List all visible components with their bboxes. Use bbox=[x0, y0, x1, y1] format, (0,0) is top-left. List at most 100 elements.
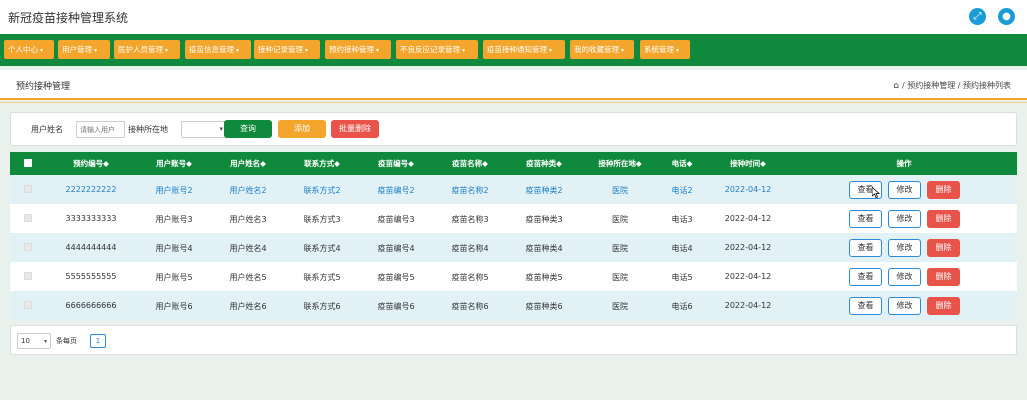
query-button[interactable]: 查询 bbox=[224, 120, 272, 138]
column-header[interactable]: 接种时间◆ bbox=[718, 158, 778, 169]
table-cell: 医院 bbox=[612, 244, 628, 253]
table-cell: 疫苗编号6 bbox=[377, 302, 415, 311]
table-cell: 用户账号3 bbox=[155, 215, 193, 224]
edit-button[interactable]: 修改 bbox=[888, 268, 921, 286]
table-cell: 疫苗名称5 bbox=[451, 273, 489, 282]
table-cell: 6666666666 bbox=[65, 301, 117, 310]
column-header[interactable]: 联系方式◆ bbox=[292, 158, 352, 169]
nav-item[interactable]: 预约接种管理 ▾ bbox=[325, 40, 391, 59]
row-checkbox[interactable] bbox=[24, 272, 32, 280]
delete-button[interactable]: 删除 bbox=[927, 181, 960, 199]
nav-item[interactable]: 医护人员管理 ▾ bbox=[114, 40, 180, 59]
table-cell: 疫苗编号3 bbox=[377, 215, 415, 224]
nav-item[interactable]: 我的收藏管理 ▾ bbox=[570, 40, 634, 59]
row-checkbox[interactable] bbox=[24, 185, 32, 193]
column-header[interactable]: 疫苗名称◆ bbox=[440, 158, 500, 169]
add-button[interactable]: 添加 bbox=[278, 120, 326, 138]
caret-down-icon: ▾ bbox=[549, 47, 553, 54]
caret-down-icon: ▾ bbox=[94, 47, 98, 54]
nav-item[interactable]: 接种记录管理 ▾ bbox=[254, 40, 320, 59]
table-cell: 5555555555 bbox=[65, 272, 117, 281]
breadcrumb: ⌂ / 预约接种管理 / 预约接种列表 bbox=[893, 81, 1011, 91]
table-header: 预约编号◆ 用户账号◆ 用户姓名◆ 联系方式◆ 疫苗编号◆ 疫苗名称◆ 疫苗种类◆ 接种所在地… bbox=[10, 152, 1017, 175]
location-select[interactable]: ▾ bbox=[181, 121, 228, 138]
nav-item[interactable]: 个人中心 ▾ bbox=[4, 40, 54, 59]
table-cell: 联系方式4 bbox=[303, 244, 341, 253]
row-checkbox[interactable] bbox=[24, 301, 32, 309]
caret-down-icon: ▾ bbox=[305, 47, 309, 54]
app-title: 新冠疫苗接种管理系统 bbox=[8, 11, 129, 25]
view-button[interactable]: 查看 bbox=[849, 268, 882, 286]
column-header[interactable]: 接种所在地◆ bbox=[590, 158, 650, 169]
chevron-down-icon: ▾ bbox=[219, 125, 223, 133]
page-number-button[interactable]: 1 bbox=[90, 334, 106, 348]
table-cell: 疫苗编号4 bbox=[377, 244, 415, 253]
table-cell: 用户姓名5 bbox=[229, 273, 267, 282]
table-cell: 疫苗名称3 bbox=[451, 215, 489, 224]
column-header[interactable]: 用户姓名◆ bbox=[218, 158, 278, 169]
mouse-cursor-icon bbox=[872, 187, 880, 198]
column-header[interactable]: 疫苗编号◆ bbox=[366, 158, 426, 169]
view-button[interactable]: 查看 bbox=[849, 239, 882, 257]
fullscreen-icon[interactable]: ⤢ bbox=[969, 8, 986, 25]
column-header[interactable]: 用户账号◆ bbox=[144, 158, 204, 169]
column-header[interactable]: 预约编号◆ bbox=[61, 158, 121, 169]
table-cell: 电话4 bbox=[671, 244, 693, 253]
table-cell: 疫苗种类4 bbox=[525, 244, 563, 253]
table-cell: 疫苗种类2 bbox=[525, 186, 563, 195]
search-panel: 用户姓名 接种所在地 ▾ 查询 添加 批量删除 bbox=[10, 112, 1017, 146]
view-button[interactable]: 查看 bbox=[849, 297, 882, 315]
breadcrumb-item[interactable]: 预约接种管理 bbox=[907, 81, 955, 90]
edit-button[interactable]: 修改 bbox=[888, 181, 921, 199]
name-search-input[interactable] bbox=[76, 121, 125, 138]
caret-down-icon: ▾ bbox=[621, 47, 625, 54]
per-page-label: 条每页 bbox=[56, 337, 77, 345]
nav-item[interactable]: 不良反应记录管理 ▾ bbox=[396, 40, 478, 59]
table-cell: 联系方式6 bbox=[303, 302, 341, 311]
edit-button[interactable]: 修改 bbox=[888, 210, 921, 228]
table-row: 3333333333 用户账号3 用户姓名3 联系方式3 疫苗编号3 疫苗名称3 疫苗种类3… bbox=[10, 204, 1017, 233]
row-checkbox[interactable] bbox=[24, 243, 32, 251]
table-cell: 用户账号2 bbox=[155, 186, 193, 195]
delete-button[interactable]: 删除 bbox=[927, 239, 960, 257]
edit-button[interactable]: 修改 bbox=[888, 239, 921, 257]
nav-item[interactable]: 疫苗接种通知管理 ▾ bbox=[483, 40, 565, 59]
edit-button[interactable]: 修改 bbox=[888, 297, 921, 315]
table-cell: 医院 bbox=[612, 186, 628, 195]
nav-item[interactable]: 系统管理 ▾ bbox=[640, 40, 690, 59]
top-bar: 新冠疫苗接种管理系统 ⤢ ● bbox=[0, 0, 1027, 34]
view-button[interactable]: 查看 bbox=[849, 210, 882, 228]
nav-item[interactable]: 疫苗信息管理 ▾ bbox=[185, 40, 251, 59]
table-cell: 疫苗编号5 bbox=[377, 273, 415, 282]
location-label: 接种所在地 bbox=[128, 125, 168, 134]
name-label: 用户姓名 bbox=[31, 125, 63, 134]
column-header[interactable]: 电话◆ bbox=[652, 158, 712, 169]
table-cell: 用户账号5 bbox=[155, 273, 193, 282]
table-cell: 疫苗编号2 bbox=[377, 186, 415, 195]
column-header[interactable]: 疫苗种类◆ bbox=[514, 158, 574, 169]
user-icon[interactable]: ● bbox=[998, 8, 1015, 25]
table-cell: 用户账号4 bbox=[155, 244, 193, 253]
breadcrumb-item: 预约接种列表 bbox=[963, 81, 1011, 90]
table-cell: 3333333333 bbox=[65, 214, 117, 223]
page-title: 预约接种管理 bbox=[16, 82, 71, 92]
caret-down-icon: ▾ bbox=[376, 47, 380, 54]
table-cell: 电话6 bbox=[671, 302, 693, 311]
table-cell: 电话5 bbox=[671, 273, 693, 282]
delete-button[interactable]: 删除 bbox=[927, 268, 960, 286]
table-cell: 用户姓名3 bbox=[229, 215, 267, 224]
page-size-select[interactable]: 10 ▾ bbox=[17, 333, 51, 349]
select-all-checkbox[interactable] bbox=[24, 159, 32, 167]
delete-button[interactable]: 删除 bbox=[927, 297, 960, 315]
row-checkbox[interactable] bbox=[24, 214, 32, 222]
table-cell: 疫苗名称2 bbox=[451, 186, 489, 195]
batch-delete-button[interactable]: 批量删除 bbox=[331, 120, 379, 138]
nav-item[interactable]: 用户管理 ▾ bbox=[58, 40, 110, 59]
delete-button[interactable]: 删除 bbox=[927, 210, 960, 228]
table-cell: 用户账号6 bbox=[155, 302, 193, 311]
home-icon[interactable]: ⌂ bbox=[893, 81, 899, 91]
column-header: 操作 bbox=[896, 159, 912, 168]
table-cell: 用户姓名2 bbox=[229, 186, 267, 195]
caret-down-icon: ▾ bbox=[462, 47, 466, 54]
chevron-down-icon: ▾ bbox=[43, 338, 47, 345]
